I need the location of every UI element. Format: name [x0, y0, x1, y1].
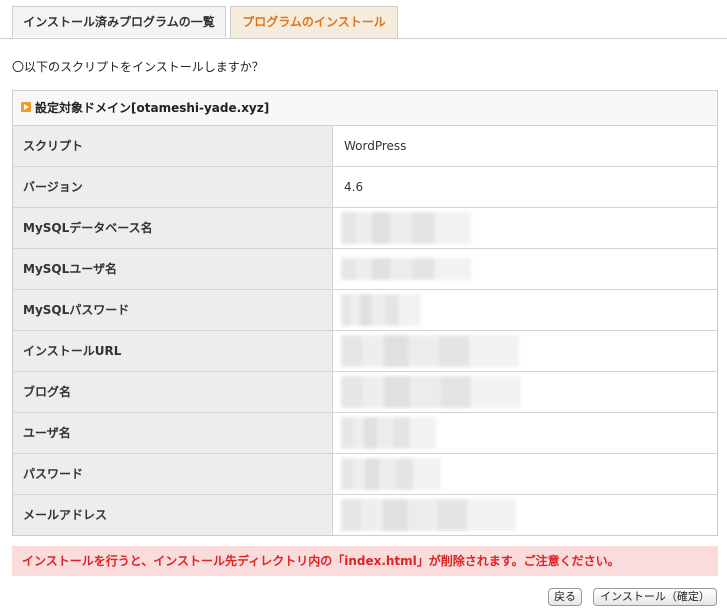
redacted-blog-name: [341, 376, 521, 408]
table-row: ユーザ名: [13, 413, 717, 454]
table-row: ブログ名: [13, 372, 717, 413]
row-value-script: WordPress: [344, 139, 407, 153]
warning-message: インストールを行うと、インストール先ディレクトリ内の「index.html」が削…: [12, 546, 718, 576]
row-label-email: メールアドレス: [13, 495, 333, 535]
row-label-db-name: MySQLデータベース名: [13, 208, 333, 248]
redacted-install-url: [341, 335, 519, 367]
arrow-right-icon: [21, 102, 31, 112]
table-row: MySQLパスワード: [13, 290, 717, 331]
install-confirm-button[interactable]: インストール（確定）: [593, 588, 717, 606]
row-label-blog-name: ブログ名: [13, 372, 333, 412]
redacted-db-user: [341, 258, 471, 280]
redacted-db-name: [341, 212, 471, 244]
confirm-prompt: 〇以下のスクリプトをインストールしますか？: [12, 60, 264, 74]
row-label-user-name: ユーザ名: [13, 413, 333, 453]
table-row: メールアドレス: [13, 495, 717, 536]
table-row: MySQLデータベース名: [13, 208, 717, 249]
redacted-email: [341, 499, 516, 531]
back-button[interactable]: 戻る: [548, 588, 582, 606]
table-row: バージョン 4.6: [13, 167, 717, 208]
row-label-password: パスワード: [13, 454, 333, 494]
redacted-user-name: [341, 417, 436, 449]
row-label-db-password: MySQLパスワード: [13, 290, 333, 330]
install-settings-panel: 設定対象ドメイン[otameshi-yade.xyz] スクリプト WordPr…: [12, 90, 718, 536]
tab-program-install[interactable]: プログラムのインストール: [230, 6, 398, 38]
tab-installed-programs[interactable]: インストール済みプログラムの一覧: [12, 6, 226, 37]
row-label-version: バージョン: [13, 167, 333, 207]
redacted-password: [341, 458, 441, 490]
tab-bar: インストール済みプログラムの一覧 プログラムのインストール: [0, 0, 727, 39]
table-row: MySQLユーザ名: [13, 249, 717, 290]
row-label-db-user: MySQLユーザ名: [13, 249, 333, 289]
table-row: インストールURL: [13, 331, 717, 372]
panel-title: 設定対象ドメイン[otameshi-yade.xyz]: [35, 101, 270, 115]
row-label-install-url: インストールURL: [13, 331, 333, 371]
redacted-db-password: [341, 294, 421, 326]
row-value-version: 4.6: [344, 180, 364, 194]
panel-header: 設定対象ドメイン[otameshi-yade.xyz]: [13, 91, 717, 126]
table-row: スクリプト WordPress: [13, 126, 717, 167]
row-label-script: スクリプト: [13, 126, 333, 166]
table-row: パスワード: [13, 454, 717, 495]
